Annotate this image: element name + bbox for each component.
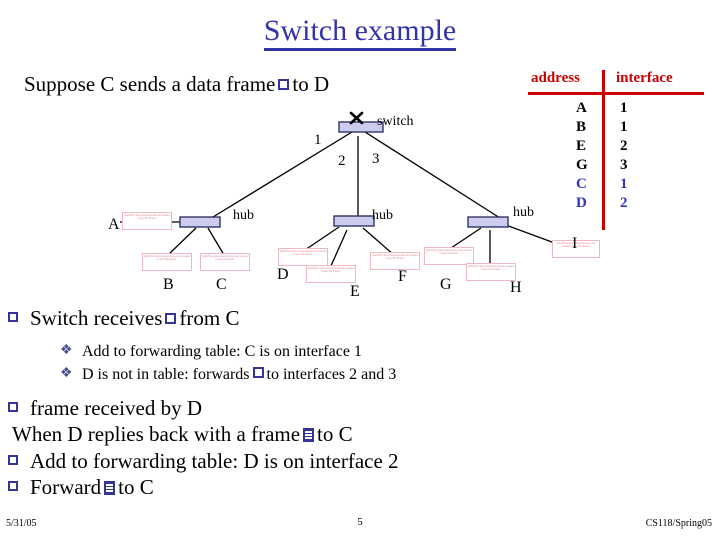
page-title-text: Switch example (263, 15, 457, 51)
cell-interface: 1 (620, 119, 628, 135)
bullet-square-icon (8, 402, 18, 412)
host-a-image-placeholder: QuickTime and a decompressor are needed … (122, 212, 172, 230)
host-label-c: C (216, 276, 227, 293)
host-label-i: I (572, 235, 578, 252)
table-horizontal-rule (528, 92, 704, 95)
bullet-text-before: Forward (30, 475, 102, 499)
host-b-image-placeholder: QuickTime and a decompressor are needed … (142, 253, 192, 271)
page-title: Switch example (0, 14, 720, 51)
footer-page-number: 5 (357, 516, 363, 528)
subbullet-d-not-in-table: ❖ D is not in table: forwards to interface… (0, 363, 720, 386)
frame-square-icon (278, 79, 290, 90)
frame-square-icon (165, 313, 177, 324)
host-c-image-placeholder: QuickTime and a decompressor are needed … (200, 253, 250, 271)
link-hub2-f (362, 227, 395, 256)
diamond-bullet-icon: ❖ (60, 343, 73, 358)
bullet-text: frame received by D (30, 396, 202, 420)
port-label-1: 1 (314, 132, 322, 148)
placeholder-caption: QuickTime and a decompressor are needed … (371, 254, 419, 261)
host-e-image-placeholder: QuickTime and a decompressor are needed … (306, 265, 356, 283)
link-hub1-c (207, 227, 225, 256)
placeholder-caption: QuickTime and a decompressor are needed … (201, 255, 249, 262)
subbullet-text-before: D is not in table: forwards (82, 366, 250, 383)
hub1-label: hub (233, 208, 254, 223)
bullet-square-icon (8, 455, 18, 465)
bullet-forward-to-c: Forward to C (0, 474, 720, 500)
placeholder-caption: QuickTime and a decompressor are needed … (467, 265, 515, 272)
forwarding-table-header: address interface (528, 70, 704, 92)
host-f-image-placeholder: QuickTime and a decompressor are needed … (370, 252, 420, 270)
cell-interface: 1 (620, 100, 628, 116)
host-label-h: H (510, 279, 522, 296)
bullet-frame-received-by-d: frame received by D (0, 395, 720, 421)
bullet-list: Switch receives from C ❖ Add to forwarding… (0, 305, 720, 500)
frame-lined-icon (104, 481, 116, 495)
bullet-text-after: to C (118, 475, 154, 499)
host-label-f: F (398, 268, 407, 285)
switch-label: switch (377, 114, 414, 129)
subbullet-text: Add to forwarding table: C is on interfa… (82, 343, 362, 360)
placeholder-caption: QuickTime and a decompressor are needed … (425, 249, 473, 256)
frame-lined-icon (303, 428, 315, 442)
bullet-square-icon (8, 312, 18, 322)
hub1-device-box (179, 216, 221, 228)
slide: Switch example Suppose C sends a data fr… (0, 0, 720, 540)
lead-sentence-before: Suppose C sends a data frame (24, 72, 276, 96)
link-hub2-e (329, 229, 348, 269)
host-label-e: E (350, 283, 360, 300)
hub2-device-box (333, 215, 375, 227)
placeholder-caption: QuickTime and a decompressor are needed … (123, 214, 171, 221)
plain-text-before: When D replies back with a frame (12, 422, 301, 446)
placeholder-caption: QuickTime and a decompressor are needed … (279, 250, 327, 257)
hub3-device-box (467, 216, 509, 228)
placeholder-caption: QuickTime and a decompressor are needed … (307, 267, 355, 274)
port-label-2: 2 (338, 153, 346, 169)
subbullet-add-to-table-c: ❖ Add to forwarding table: C is on interf… (0, 340, 720, 363)
hub3-label: hub (513, 205, 534, 220)
host-label-g: G (440, 276, 452, 293)
column-header-address: address (531, 70, 580, 86)
plain-text-after: to C (317, 422, 353, 446)
frame-square-icon (252, 367, 264, 378)
footer-course: CS118/Spring05 (645, 518, 712, 529)
plain-line-when-d-replies: When D replies back with a frame to C (0, 421, 720, 448)
lead-sentence-after: to D (292, 72, 330, 96)
network-diagram: switch hub hub hub 1 2 3 QuickTime and a… (0, 100, 600, 310)
hub2-label: hub (372, 208, 393, 223)
cell-interface: 2 (620, 138, 628, 154)
host-label-d: D (277, 266, 289, 283)
bullet-square-icon (8, 481, 18, 491)
bullet-text: Add to forwarding table: D is on interfa… (30, 449, 399, 473)
link-hub1-b (167, 227, 197, 256)
cell-interface: 3 (620, 157, 628, 173)
cell-interface: 1 (620, 176, 628, 192)
bullet-switch-receives: Switch receives from C (0, 305, 720, 331)
port-label-3: 3 (372, 151, 380, 167)
bullet-add-to-table-d: Add to forwarding table: D is on interfa… (0, 448, 720, 474)
host-d-image-placeholder: QuickTime and a decompressor are needed … (278, 248, 328, 266)
diamond-bullet-icon: ❖ (60, 366, 73, 381)
link-switch-hub3 (364, 131, 501, 219)
host-h-image-placeholder: QuickTime and a decompressor are needed … (466, 263, 516, 281)
link-switch-hub1 (212, 131, 353, 218)
host-label-b: B (163, 276, 174, 293)
bullet-text-after: from C (179, 306, 240, 330)
bullet-text-before: Switch receives (30, 306, 163, 330)
cell-interface: 2 (620, 195, 628, 211)
lead-sentence: Suppose C sends a data frame to D (24, 72, 329, 97)
subbullet-text-after: to interfaces 2 and 3 (266, 366, 397, 383)
placeholder-caption: QuickTime and a decompressor are needed … (143, 255, 191, 262)
column-header-interface: interface (616, 70, 673, 86)
host-label-a: A (108, 216, 120, 233)
